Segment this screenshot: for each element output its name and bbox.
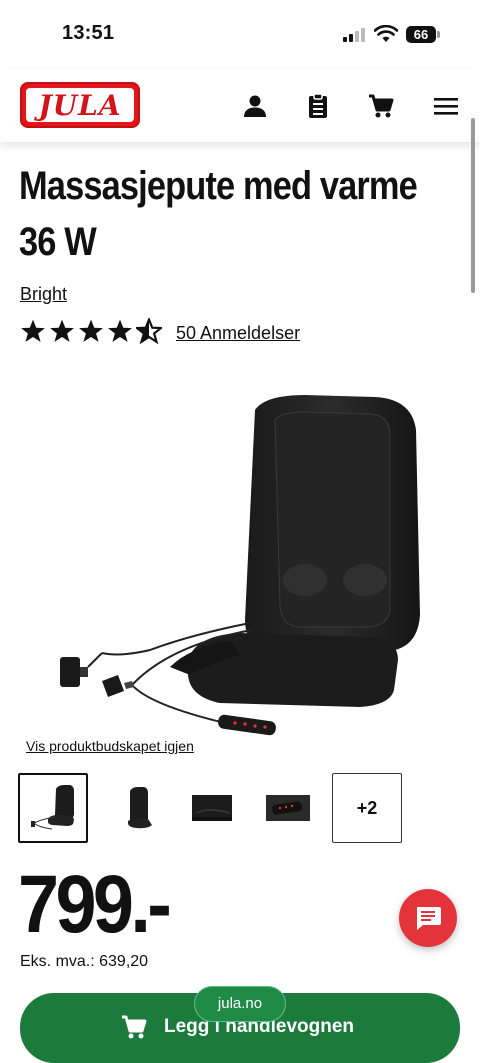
- battery-tip: [437, 31, 440, 38]
- more-images-button[interactable]: +2: [332, 773, 402, 843]
- logo-text: JULA: [38, 89, 122, 122]
- star-full-icon: [50, 319, 74, 342]
- brand-link[interactable]: Bright: [20, 284, 67, 305]
- thumbnail-gallery: +2: [18, 773, 458, 843]
- product-price: 799.-: [18, 859, 172, 950]
- wifi-icon: [374, 25, 398, 42]
- battery-level: 66: [413, 27, 429, 42]
- shopping-list-icon[interactable]: [304, 92, 332, 120]
- star-full-icon: [21, 319, 45, 342]
- thumbnail-image: [31, 785, 74, 830]
- chat-button[interactable]: [399, 889, 457, 947]
- thumbnail-image: [192, 795, 232, 821]
- jula-logo[interactable]: JULA: [20, 82, 140, 128]
- thumbnail-3[interactable]: [186, 773, 256, 843]
- battery-icon: 66: [406, 26, 436, 43]
- thumbnail-2[interactable]: [110, 773, 180, 843]
- status-time: 13:51: [62, 22, 115, 44]
- thumbnail-image: [266, 795, 310, 821]
- show-product-message-link[interactable]: Vis produktbudskapet igjen: [26, 738, 194, 754]
- page-scrollbar[interactable]: [471, 118, 475, 293]
- product-image[interactable]: [40, 385, 460, 740]
- more-images-count: +2: [356, 797, 378, 818]
- thumbnail-1[interactable]: [18, 773, 88, 843]
- cellular-signal-icon: [343, 28, 365, 42]
- star-full-icon: [108, 319, 132, 342]
- product-title: Massasjepute med varme 36 W: [19, 164, 418, 264]
- thumbnail-4[interactable]: [262, 773, 332, 843]
- star-full-icon: [79, 319, 103, 342]
- menu-icon[interactable]: [432, 92, 460, 120]
- status-bar: 13:51 66: [0, 0, 480, 70]
- star-half-icon: [136, 318, 162, 344]
- reviews-link[interactable]: 50 Anmeldelser: [176, 323, 300, 344]
- user-icon[interactable]: [241, 92, 269, 120]
- site-header: JULA: [0, 70, 480, 142]
- cart-icon[interactable]: [367, 92, 395, 120]
- browser-url-pill[interactable]: jula.no: [194, 986, 286, 1022]
- price-excluding-vat: Eks. mva.: 639,20: [20, 953, 149, 970]
- chat-icon: [417, 907, 441, 930]
- cart-icon: [122, 1015, 147, 1039]
- thumbnail-image: [128, 787, 152, 829]
